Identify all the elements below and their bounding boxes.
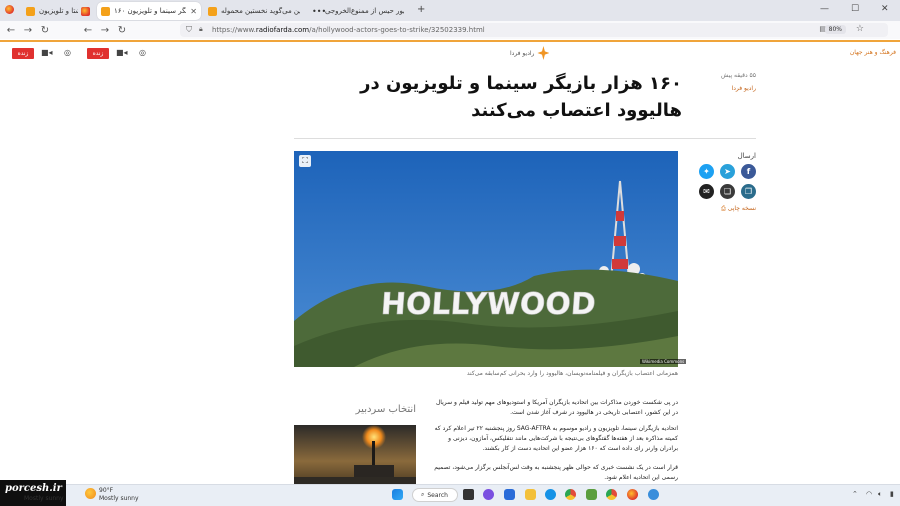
volume-icon[interactable]: 🔈︎ (878, 490, 882, 499)
print-label: نسخه چاپی (727, 205, 756, 212)
image-credit: Wikimedia Commons (640, 359, 687, 364)
battery-icon[interactable]: ▮ (890, 490, 894, 498)
chrome-icon-2[interactable] (606, 489, 617, 500)
tab-title: راکفرزیور حیس از ممنوع‌الخروجی (325, 7, 404, 15)
watermark-text: porcesh.ir (5, 483, 62, 494)
url-bar[interactable]: ⛉ 🔒︎ https://www.radiofarda.com/a/hollyw… (180, 23, 888, 37)
reload-icon[interactable]: ↻ (37, 21, 53, 39)
expand-icon[interactable]: ⛶ (299, 155, 311, 167)
live-button-2[interactable]: زنده (87, 48, 109, 59)
url-text: https://www.radiofarda.com/a/hollywood-a… (212, 26, 485, 34)
nav-bar: ← → ↻ ← → ↻ ⛉ 🔒︎ https://www.radiofarda.… (0, 21, 900, 39)
tab-title: ۱۶۰ هزار بازیگر سینما و تلویزیون (114, 7, 186, 15)
video-icon[interactable]: ■◂ (116, 48, 128, 57)
weather-temp[interactable]: 90°F (99, 487, 113, 494)
whatsapp-icon[interactable]: ❏ (720, 184, 735, 199)
site-logo[interactable]: رادیو فردا (510, 46, 550, 60)
shield-icon[interactable]: ⛉ (186, 25, 192, 35)
radiofarda-icon (208, 6, 217, 16)
close-icon[interactable]: ✕ (190, 7, 197, 16)
article-paragraph: قرار است در یک نشست خبری که حوالی ظهر پن… (434, 464, 678, 481)
edge-icon[interactable] (545, 489, 556, 500)
facebook-icon[interactable]: f (741, 164, 756, 179)
video-icon[interactable]: ■◂ (41, 48, 53, 57)
search-label: Search (427, 491, 448, 499)
radio-icon[interactable]: ◎ (139, 48, 146, 57)
back-icon[interactable]: ← (80, 21, 96, 39)
radio-icon[interactable]: ◎ (64, 48, 71, 57)
tab-2[interactable]: اولکراین می‌گوید نخستین محموله (204, 2, 304, 20)
bookmark-star-icon[interactable]: ☆ (856, 24, 864, 34)
tab-1[interactable]: ۱۶۰ هزار بازیگر سینما و تلویزیون ✕ (97, 2, 201, 20)
tab-title: پشتا و تلویزیون (39, 7, 78, 15)
printer-icon: ⎙ (721, 205, 726, 212)
divider (294, 138, 756, 139)
article-headline: ۱۶۰ هزار بازیگر سینما و تلویزیون در هالی… (360, 73, 682, 121)
article-paragraph: اتحادیه بازیگران سینما، تلویزیون و رادیو… (434, 425, 678, 452)
live-button[interactable]: زنده (12, 48, 34, 59)
file-explorer-icon[interactable] (525, 489, 536, 500)
app-icon[interactable] (586, 489, 597, 500)
radiofarda-icon (26, 6, 35, 16)
twitter-icon[interactable]: ✦ (699, 164, 714, 179)
chevron-up-icon[interactable]: ⌃ (852, 490, 858, 498)
watermark-logo: porcesh.ir (0, 480, 66, 506)
weather-sun-icon[interactable] (85, 488, 96, 499)
dots-icon: ••• (312, 6, 327, 16)
weather-desc[interactable]: Mostly sunny (99, 495, 139, 502)
forward-icon[interactable]: → (20, 21, 36, 39)
section-link[interactable]: فرهنگ و هنر جهان (850, 49, 896, 56)
refinery-photo (294, 425, 416, 485)
maximize-icon[interactable]: ☐ (851, 4, 859, 14)
back-icon[interactable]: ← (3, 21, 19, 39)
site-header: زنده ■◂ ◎ زنده ■◂ ◎ رادیو فردا فرهنگ و ه… (0, 40, 900, 64)
copy-link-icon[interactable]: ❐ (741, 184, 756, 199)
firefox-taskbar-icon[interactable] (627, 489, 638, 500)
radiofarda-logo-icon (537, 46, 550, 60)
hollywood-sign: HOLLYWOOD (380, 287, 597, 322)
windows-start-icon[interactable] (392, 489, 403, 500)
app-icon-2[interactable] (648, 489, 659, 500)
logo-text: رادیو فردا (510, 49, 535, 57)
hollywood-photo: HOLLYWOOD (294, 151, 678, 367)
store-icon[interactable] (504, 489, 515, 500)
tab-title: اولکراین می‌گوید نخستین محموله (221, 7, 300, 15)
share-label: ارسال (737, 152, 756, 160)
article-source[interactable]: رادیو فردا (700, 85, 756, 92)
print-link[interactable]: نسخه چاپی ⎙ (700, 205, 756, 213)
firefox-icon (5, 5, 14, 14)
publish-time: ۵۵ دقیقه پیش (721, 72, 756, 79)
chat-icon[interactable] (483, 489, 494, 500)
hero-image[interactable]: HOLLYWOOD (294, 151, 678, 367)
new-tab-button[interactable]: + (417, 4, 425, 15)
chrome-icon[interactable] (565, 489, 576, 500)
image-caption: همزمانی اعتصاب بازیگران و فیلمنامه‌نویسا… (466, 370, 678, 377)
reload-icon[interactable]: ↻ (114, 21, 130, 39)
tab-0[interactable]: پشتا و تلویزیون (22, 2, 94, 20)
article-paragraph: در پی شکست خوردن مذاکرات بین اتحادیه باز… (435, 399, 678, 416)
tab-strip: پشتا و تلویزیون ۱۶۰ هزار بازیگر سینما و … (0, 0, 900, 21)
minimize-icon[interactable]: — (820, 4, 829, 14)
weather-status: Mostly sunny (24, 495, 64, 502)
taskbar-search[interactable]: ⌕ Search (412, 488, 458, 502)
tab-3[interactable]: ••• راکفرزیور حیس از ممنوع‌الخروجی (308, 2, 408, 20)
wifi-icon[interactable]: ◠ (866, 490, 872, 498)
firefox-icon (81, 6, 90, 16)
telegram-icon[interactable]: ➤ (720, 164, 735, 179)
editor-pick-thumbnail[interactable] (294, 425, 416, 485)
lock-icon[interactable]: 🔒︎ (199, 25, 203, 34)
task-view-icon[interactable] (463, 489, 474, 500)
forward-icon[interactable]: → (97, 21, 113, 39)
close-window-icon[interactable]: ✕ (881, 4, 889, 14)
email-icon[interactable]: ✉ (699, 184, 714, 199)
editor-pick-label: انتخاب سردبیر (355, 404, 416, 415)
radiofarda-icon (101, 6, 110, 16)
search-icon: ⌕ (421, 491, 425, 498)
zoom-level[interactable]: 80% (824, 25, 846, 34)
